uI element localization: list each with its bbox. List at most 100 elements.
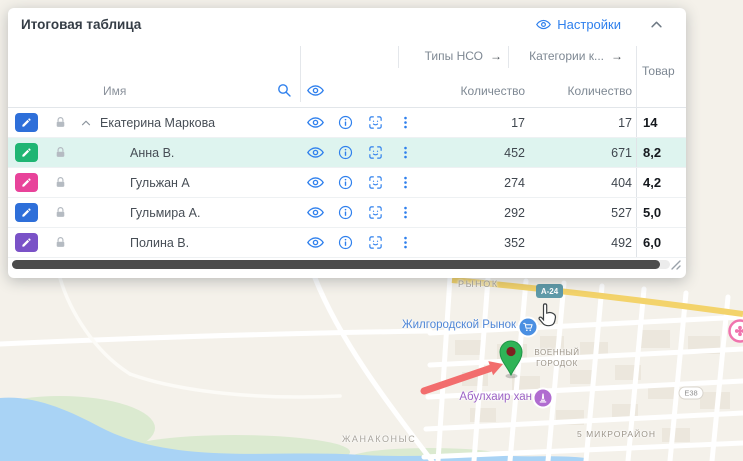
poi-monument-icon[interactable] <box>534 389 553 408</box>
column-divider <box>300 46 301 102</box>
table-header: Типы НСО → Категории к... → Товар Имя Ко… <box>8 40 686 108</box>
search-icon[interactable] <box>276 82 292 98</box>
qty-nso-value: 352 <box>420 236 525 250</box>
qty-categories-value: 492 <box>525 236 632 250</box>
row-name: Полина В. <box>130 236 189 250</box>
collapse-panel-button[interactable] <box>649 17 664 32</box>
row-menu-button[interactable] <box>390 175 420 190</box>
qty-categories-value: 404 <box>525 176 632 190</box>
tovar-value: 5,0 <box>636 198 685 227</box>
row-menu-button[interactable] <box>390 145 420 160</box>
poi-pink-icon[interactable] <box>730 321 743 342</box>
chevron-up-icon <box>649 17 664 32</box>
qty-categories-value: 527 <box>525 206 632 220</box>
lock-icon[interactable] <box>54 146 80 159</box>
lock-icon[interactable] <box>54 176 80 189</box>
table-row[interactable]: Полина В. 352 492 6,0 <box>8 228 686 258</box>
edit-button[interactable] <box>15 173 38 192</box>
info-button[interactable] <box>330 205 360 220</box>
table-row[interactable]: Анна В. 452 671 8,2 <box>8 138 686 168</box>
settings-eye-icon <box>536 17 551 32</box>
info-button[interactable] <box>330 175 360 190</box>
edit-button[interactable] <box>15 203 38 222</box>
column-divider <box>398 46 399 68</box>
qty-nso-value: 292 <box>420 206 525 220</box>
collapse-row-icon[interactable] <box>80 117 92 129</box>
lock-icon[interactable] <box>54 116 80 129</box>
edit-button[interactable] <box>15 113 38 132</box>
scan-button[interactable] <box>360 235 390 250</box>
map-label-rynok-partial: РЫНОК <box>458 279 499 289</box>
tovar-value: 4,2 <box>636 168 685 197</box>
group-header-categories[interactable]: Категории к... → <box>529 49 623 63</box>
qty-nso-value: 274 <box>420 176 525 190</box>
panel-header: Итоговая таблица Настройки <box>8 8 686 40</box>
qty-nso-value: 452 <box>420 146 525 160</box>
map-label-mikroraion: 5 МИКРОРАЙОН <box>577 429 656 439</box>
summary-table-panel: Итоговая таблица Настройки Типы НСО → Ка… <box>8 8 686 278</box>
edit-button[interactable] <box>15 143 38 162</box>
column-divider <box>636 46 637 108</box>
info-button[interactable] <box>330 115 360 130</box>
map-label-district: ВОЕННЫЙ ГОРОДОК <box>522 347 592 369</box>
column-header-name: Имя <box>103 84 126 98</box>
row-name: Гульжан А <box>130 176 190 190</box>
row-menu-button[interactable] <box>390 205 420 220</box>
column-header-qty-nso: Количество <box>461 84 525 98</box>
table-row[interactable]: Гульмира А. 292 527 5,0 <box>8 198 686 228</box>
pencil-icon <box>21 177 32 188</box>
road-shield-small: Е38 <box>679 387 703 399</box>
cursor-hand-icon <box>539 304 556 326</box>
pencil-icon <box>21 237 32 248</box>
row-menu-button[interactable] <box>390 115 420 130</box>
poi-market-icon[interactable] <box>519 318 538 337</box>
table-row[interactable]: Екатерина Маркова 17 17 14 <box>8 108 686 138</box>
column-header-qty-categories: Количество <box>568 84 632 98</box>
pencil-icon <box>21 207 32 218</box>
visibility-eye-button[interactable] <box>300 114 330 131</box>
scan-button[interactable] <box>360 115 390 130</box>
settings-button[interactable]: Настройки <box>536 17 621 32</box>
horizontal-scrollbar[interactable] <box>12 260 670 269</box>
visibility-eye-button[interactable] <box>300 174 330 191</box>
group-header-categories-label: Категории к... <box>529 49 604 63</box>
panel-title: Итоговая таблица <box>21 17 141 32</box>
visibility-column-icon[interactable] <box>307 82 324 99</box>
row-menu-button[interactable] <box>390 235 420 250</box>
settings-label: Настройки <box>557 17 621 32</box>
map-label-zhanakonys: ЖАНАКОНЫС <box>342 434 416 444</box>
map-label-monument[interactable]: Абулхаир хан <box>438 391 532 403</box>
group-header-tovar: Товар <box>642 64 675 78</box>
group-header-nso[interactable]: Типы НСО → <box>425 49 502 63</box>
info-button[interactable] <box>330 145 360 160</box>
scan-button[interactable] <box>360 145 390 160</box>
row-name: Анна В. <box>130 146 174 160</box>
visibility-eye-button[interactable] <box>300 234 330 251</box>
visibility-eye-button[interactable] <box>300 204 330 221</box>
column-divider <box>508 46 509 68</box>
lock-icon[interactable] <box>54 206 80 219</box>
edit-button[interactable] <box>15 233 38 252</box>
arrow-right-icon: → <box>490 49 502 63</box>
info-button[interactable] <box>330 235 360 250</box>
table-row[interactable]: Гульжан А 274 404 4,2 <box>8 168 686 198</box>
road-shield-a24: А-24 <box>536 284 563 298</box>
visibility-eye-button[interactable] <box>300 144 330 161</box>
resize-handle[interactable] <box>667 256 681 275</box>
tovar-value: 6,0 <box>636 228 685 257</box>
lock-icon[interactable] <box>54 236 80 249</box>
pencil-icon <box>21 117 32 128</box>
tovar-value: 8,2 <box>636 138 685 167</box>
qty-categories-value: 17 <box>525 116 632 130</box>
scan-button[interactable] <box>360 205 390 220</box>
tovar-value: 14 <box>636 108 685 137</box>
map-label-market[interactable]: Жилгородской Рынок <box>383 319 516 331</box>
scan-button[interactable] <box>360 175 390 190</box>
qty-categories-value: 671 <box>525 146 632 160</box>
scrollbar-thumb[interactable] <box>12 260 660 269</box>
row-name: Екатерина Маркова <box>100 116 215 130</box>
row-name: Гульмира А. <box>130 206 200 220</box>
road-a24-label: А-24 <box>541 287 559 296</box>
pencil-icon <box>21 147 32 158</box>
arrow-right-icon: → <box>611 49 623 63</box>
